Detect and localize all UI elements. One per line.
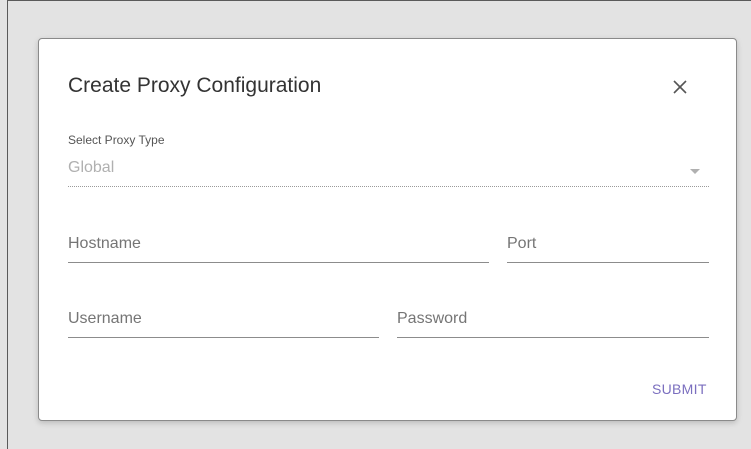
proxy-type-value: Global [68,159,115,176]
hostname-field[interactable]: Hostname [68,227,489,263]
password-field[interactable]: Password [397,302,709,338]
username-field[interactable]: Username [68,302,379,338]
proxy-type-select[interactable]: Global [68,151,709,187]
dialog-title: Create Proxy Configuration [68,74,322,97]
select-underline [68,186,709,187]
proxy-type-label: Select Proxy Type [68,133,165,147]
proxy-config-dialog: Create Proxy Configuration Select Proxy … [38,38,737,421]
password-placeholder: Password [397,310,468,327]
hostname-placeholder: Hostname [68,235,141,252]
port-field[interactable]: Port [507,227,709,263]
username-underline [68,337,379,338]
hostname-underline [68,262,489,263]
username-placeholder: Username [68,310,142,327]
port-underline [507,262,709,263]
chevron-down-icon [690,169,700,174]
close-icon [673,80,687,94]
port-placeholder: Port [507,235,537,252]
password-underline [397,337,709,338]
submit-button[interactable]: SUBMIT [652,381,707,397]
close-button[interactable] [664,71,696,103]
